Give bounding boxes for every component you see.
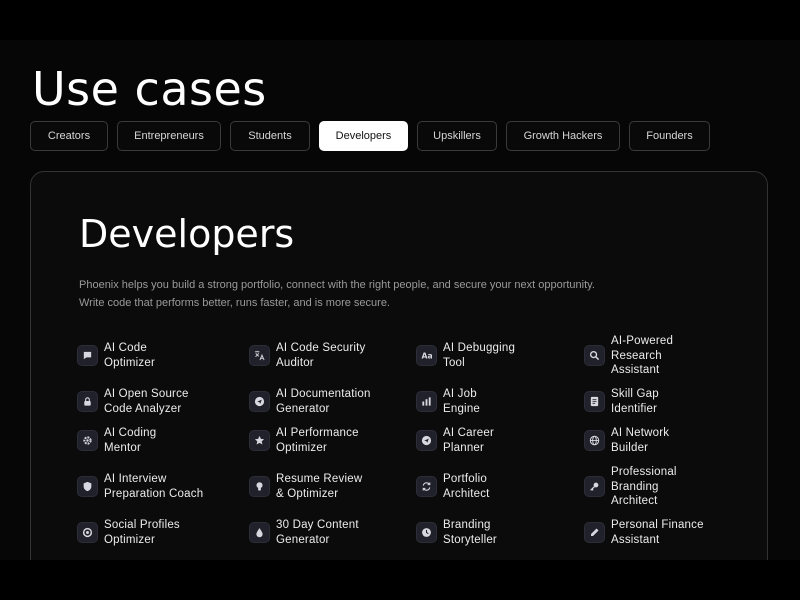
use-case-panel: Developers Phoenix helps you build a str…	[30, 171, 768, 560]
clock-icon	[416, 522, 437, 543]
tool-ai-open-source-code-analyzer[interactable]: AI Open Source Code Analyzer	[77, 387, 189, 416]
tool-label: AI Career Planner	[443, 427, 495, 454]
panel-title: Developers	[79, 212, 295, 256]
bar-chart-icon	[416, 391, 437, 412]
tool-ai-job-engine[interactable]: AI Job Engine	[416, 387, 480, 416]
tab-students[interactable]: Students	[230, 121, 310, 151]
tool-label: Professional Branding Architect	[611, 466, 677, 507]
page-title: Use cases	[32, 62, 267, 116]
tool-ai-code-optimizer[interactable]: AI Code Optimizer	[77, 341, 155, 370]
tool-label: AI Network Builder	[611, 427, 670, 454]
lightbulb-icon	[249, 476, 270, 497]
translate-icon	[249, 345, 270, 366]
pencil-icon	[584, 522, 605, 543]
tool-30-day-content-generator[interactable]: 30 Day Content Generator	[249, 518, 359, 547]
chat-icon	[77, 345, 98, 366]
tool-label: AI Performance Optimizer	[276, 427, 359, 454]
tool-ai-powered-research-assistant[interactable]: AI-Powered Research Assistant	[584, 334, 673, 378]
tool-social-profiles-optimizer[interactable]: Social Profiles Optimizer	[77, 518, 180, 547]
key-icon	[584, 476, 605, 498]
tool-personal-finance-assistant[interactable]: Personal Finance Assistant	[584, 518, 704, 547]
tool-label: AI-Powered Research Assistant	[611, 335, 674, 376]
search-icon	[584, 345, 605, 367]
tool-label: Social Profiles Optimizer	[104, 519, 180, 546]
tool-label: AI Debugging Tool	[443, 342, 516, 369]
star-icon	[249, 430, 270, 451]
tool-ai-coding-mentor[interactable]: AI Coding Mentor	[77, 426, 156, 455]
tool-label: AI Code Optimizer	[104, 342, 156, 369]
tool-ai-code-security-auditor[interactable]: AI Code Security Auditor	[249, 341, 366, 370]
tool-label: Personal Finance Assistant	[611, 519, 704, 546]
globe-icon	[584, 430, 605, 451]
tool-ai-network-builder[interactable]: AI Network Builder	[584, 426, 669, 455]
tool-label: AI Code Security Auditor	[276, 342, 366, 369]
tool-label: Portfolio Architect	[443, 473, 490, 500]
tool-label: AI Job Engine	[443, 388, 481, 415]
tool-label: AI Interview Preparation Coach	[104, 473, 204, 500]
tool-label: Branding Storyteller	[443, 519, 497, 546]
lock-icon	[77, 391, 98, 412]
shield-icon	[77, 476, 98, 497]
tab-creators[interactable]: Creators	[30, 121, 108, 151]
panel-description: Phoenix helps you build a strong portfol…	[79, 276, 595, 312]
tool-ai-performance-optimizer[interactable]: AI Performance Optimizer	[249, 426, 359, 455]
tool-resume-review-optimizer[interactable]: Resume Review & Optimizer	[249, 472, 362, 501]
tool-ai-debugging-tool[interactable]: Aa AI Debugging Tool	[416, 341, 515, 370]
tab-growth-hackers[interactable]: Growth Hackers	[506, 121, 620, 151]
use-case-tabs: Creators Entrepreneurs Students Develope…	[30, 121, 710, 151]
description-line-1: Phoenix helps you build a strong portfol…	[79, 279, 595, 291]
tool-label: Resume Review & Optimizer	[276, 473, 363, 500]
tool-skill-gap-identifier[interactable]: Skill Gap Identifier	[584, 387, 659, 416]
tab-founders[interactable]: Founders	[629, 121, 710, 151]
tool-label: Skill Gap Identifier	[611, 388, 659, 415]
svg-text:Aa: Aa	[421, 352, 432, 361]
tool-label: AI Documentation Generator	[276, 388, 371, 415]
tool-label: AI Coding Mentor	[104, 427, 157, 454]
send-icon	[416, 430, 437, 451]
tool-ai-interview-preparation-coach[interactable]: AI Interview Preparation Coach	[77, 472, 203, 501]
tool-portfolio-architect[interactable]: Portfolio Architect	[416, 472, 490, 501]
tool-label: 30 Day Content Generator	[276, 519, 359, 546]
tab-developers[interactable]: Developers	[319, 121, 408, 151]
document-icon	[584, 391, 605, 412]
tool-ai-career-planner[interactable]: AI Career Planner	[416, 426, 494, 455]
tool-branding-storyteller[interactable]: Branding Storyteller	[416, 518, 497, 547]
font-icon: Aa	[416, 345, 437, 366]
tool-label: AI Open Source Code Analyzer	[104, 388, 189, 415]
tool-professional-branding-architect[interactable]: Professional Branding Architect	[584, 465, 677, 509]
tab-upskillers[interactable]: Upskillers	[417, 121, 497, 151]
drop-icon	[249, 522, 270, 543]
app-frame: Use cases Creators Entrepreneurs Student…	[0, 40, 800, 560]
tool-ai-documentation-generator[interactable]: AI Documentation Generator	[249, 387, 371, 416]
tab-entrepreneurs[interactable]: Entrepreneurs	[117, 121, 221, 151]
refresh-icon	[416, 476, 437, 497]
description-line-2: Write code that performs better, runs fa…	[79, 297, 390, 309]
target-icon	[77, 522, 98, 543]
send-icon	[249, 391, 270, 412]
gear-icon	[77, 430, 98, 451]
